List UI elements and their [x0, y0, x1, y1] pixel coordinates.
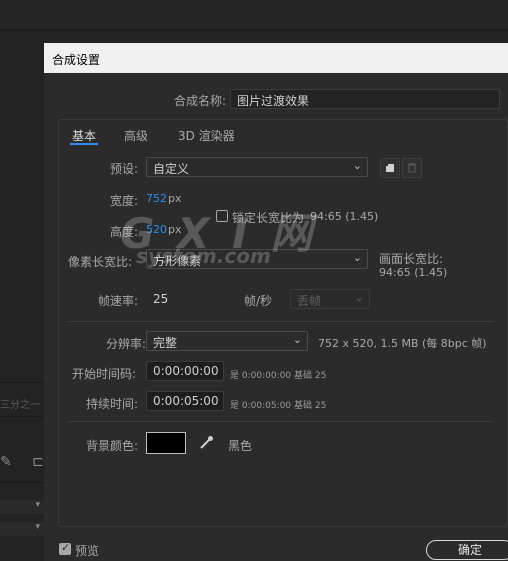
duration-info: 是 0:00:05:00 — [230, 401, 292, 411]
panel-dropdown-row[interactable]: ▾ — [0, 522, 44, 536]
save-preset-button[interactable] — [380, 158, 400, 178]
chevron-down-icon: ⌄ — [354, 291, 364, 304]
chevron-down-icon: ⌄ — [352, 159, 362, 172]
dialog-title-bar: 合成设置 — [44, 43, 508, 73]
start-timecode-input[interactable]: 0:00:00:00 — [146, 361, 224, 381]
watermark-url: system.com — [136, 244, 271, 268]
chevron-down-icon: ▾ — [35, 500, 40, 510]
app-left-panel: 三分之一 ✎ ⊏ ▾ ▾ — [0, 30, 44, 561]
tab-basic[interactable]: 基本 — [72, 127, 96, 144]
frame-aspect-label: 画面长宽比: — [379, 252, 444, 266]
frame-rate-unit: 帧/秒 — [244, 294, 273, 308]
lock-aspect-value: 94:65 (1.45) — [310, 210, 379, 223]
preset-select[interactable]: 自定义 ⌄ — [146, 157, 368, 177]
bg-color-name: 黑色 — [228, 439, 253, 453]
panel-divider — [0, 482, 44, 483]
comp-name-input[interactable]: 图片过渡效果 — [230, 89, 500, 109]
section-divider — [68, 321, 494, 322]
start-timecode-base: 基础 25 — [294, 371, 327, 381]
preset-value: 自定义 — [153, 162, 190, 176]
delete-preset-button[interactable] — [402, 158, 422, 178]
panel-dropdown-row[interactable]: ▾ — [0, 500, 44, 514]
eyedropper-button[interactable] — [196, 432, 216, 452]
save-preset-icon — [385, 163, 394, 172]
resolution-value: 完整 — [153, 336, 178, 350]
trash-icon — [408, 163, 416, 173]
preview-label: 预览 — [75, 544, 100, 558]
duration-label: 持续时间: — [86, 397, 139, 411]
chevron-down-icon: ▾ — [35, 522, 40, 532]
panel-divider — [0, 416, 44, 417]
start-timecode-label: 开始时间码: — [72, 367, 137, 381]
eyedropper-icon — [200, 436, 213, 449]
composition-settings-dialog: 合成设置 合成名称: 图片过渡效果 基本 高级 3D 渲染器 预设: 自定义 ⌄… — [44, 43, 508, 561]
drop-frame-select[interactable]: 丢帧 ⌄ — [290, 289, 370, 309]
resolution-info: 752 x 520, 1.5 MB (每 8bpc 帧) — [318, 337, 487, 350]
settings-panel — [58, 119, 508, 527]
preview-checkbox[interactable] — [59, 541, 71, 555]
frame-aspect-value: 94:65 (1.45) — [379, 266, 448, 279]
resolution-label: 分辨率: — [106, 337, 147, 351]
tab-3d-renderer[interactable]: 3D 渲染器 — [178, 127, 235, 144]
bg-color-label: 背景颜色: — [86, 439, 139, 453]
duration-base: 基础 25 — [294, 401, 327, 411]
stamp-tool-icon[interactable]: ⊏ — [32, 454, 44, 470]
frame-rate-input[interactable]: 25 — [146, 289, 196, 309]
comp-name-label: 合成名称: — [174, 94, 227, 108]
ok-button[interactable]: 确定 — [426, 540, 508, 560]
chevron-down-icon: ⌄ — [352, 251, 362, 264]
app-top-bar — [0, 0, 508, 30]
active-tab-indicator — [70, 143, 98, 145]
section-divider — [68, 421, 494, 422]
start-timecode-info: 是 0:00:00:00 — [230, 371, 292, 381]
preset-label: 预设: — [110, 162, 139, 176]
drop-frame-value: 丢帧 — [297, 294, 322, 308]
chevron-down-icon: ⌄ — [292, 333, 302, 346]
panel-divider — [0, 382, 44, 383]
brush-tool-icon[interactable]: ✎ — [0, 454, 12, 470]
resolution-select[interactable]: 完整 ⌄ — [146, 331, 308, 351]
tab-advanced[interactable]: 高级 — [124, 127, 148, 144]
panel-fragment-text: 三分之一 — [0, 400, 40, 411]
dialog-title: 合成设置 — [52, 53, 101, 67]
bg-color-swatch[interactable] — [146, 432, 186, 454]
frame-rate-label: 帧速率: — [98, 294, 139, 308]
duration-input[interactable]: 0:00:05:00 — [146, 391, 224, 411]
